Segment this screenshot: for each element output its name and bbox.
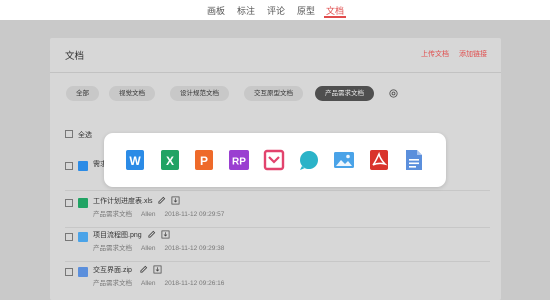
select-all-checkbox[interactable] [65, 130, 73, 138]
filter-all[interactable]: 全部 [66, 86, 99, 101]
file-type-icons-popup: W X P RP [104, 133, 446, 187]
image-file-icon [78, 232, 88, 242]
active-tab-underline [324, 16, 346, 18]
nav-tab-artboard[interactable]: 画板 [207, 4, 225, 17]
nav-tab-prototype[interactable]: 原型 [297, 4, 315, 17]
document-file-icon [78, 267, 88, 277]
top-navigation: 画板 标注 评论 原型 文档 [0, 0, 550, 20]
word-file-icon [78, 161, 88, 171]
document-icon [406, 150, 422, 170]
edit-icon[interactable] [147, 230, 156, 239]
file-checkbox[interactable] [65, 162, 73, 170]
file-date: 2018-11-12 09:26:16 [164, 280, 225, 287]
file-author: Allen [141, 245, 156, 252]
select-all-label: 全选 [78, 132, 92, 139]
filter-interaction-prototype-docs[interactable]: 交互原型文档 [244, 86, 303, 101]
file-row: 工作计划进度表.xls 产品需求文档 Allen 2018-11-12 09:29:… [50, 195, 501, 229]
edit-icon[interactable] [157, 196, 166, 205]
filter-visual-docs[interactable]: 视觉文档 [109, 86, 155, 101]
file-name[interactable]: 项目流程图.png [93, 230, 142, 240]
file-category: 产品需求文档 [93, 280, 132, 287]
file-name[interactable]: 工作计划进度表.xls [93, 196, 153, 206]
svg-text:W: W [129, 154, 141, 168]
filter-product-requirement-docs[interactable]: 产品需求文档 [315, 86, 374, 101]
file-author: Allen [141, 280, 156, 287]
download-icon[interactable] [153, 265, 162, 274]
file-meta: 产品需求文档 Allen 2018-11-12 09:29:57 [93, 208, 233, 218]
word-icon: W [126, 150, 144, 170]
file-row: 项目流程图.png 产品需求文档 Allen 2018-11-12 09:29:38 [50, 229, 501, 263]
upload-document-link[interactable]: 上传文档 [421, 51, 449, 58]
file-category: 产品需求文档 [93, 211, 132, 218]
excel-icon: X [161, 150, 179, 170]
download-icon[interactable] [171, 196, 180, 205]
nav-tab-annotation[interactable]: 标注 [237, 4, 255, 17]
row-divider [65, 227, 490, 228]
excel-file-icon [78, 198, 88, 208]
file-date: 2018-11-12 09:29:38 [164, 245, 225, 252]
pdf-icon [370, 150, 388, 170]
svg-text:RP: RP [232, 157, 246, 168]
svg-text:X: X [166, 154, 174, 168]
divider [50, 72, 501, 73]
rp-icon: RP [229, 150, 249, 170]
page-title: 文档 [65, 51, 85, 62]
keynote-icon [300, 151, 318, 170]
file-checkbox[interactable] [65, 233, 73, 241]
nav-tab-comments[interactable]: 评论 [267, 4, 285, 17]
add-link-link[interactable]: 添加链接 [459, 51, 487, 58]
gear-icon[interactable] [388, 88, 399, 99]
image-icon [334, 152, 354, 168]
file-name[interactable]: 交互界面.zip [93, 265, 132, 275]
svg-text:P: P [200, 154, 208, 168]
file-checkbox[interactable] [65, 268, 73, 276]
edit-icon[interactable] [139, 265, 148, 274]
row-divider [65, 190, 490, 191]
powerpoint-icon: P [195, 150, 213, 170]
file-meta: 产品需求文档 Allen 2018-11-12 09:29:38 [93, 242, 233, 252]
file-meta: 产品需求文档 Allen 2018-11-12 09:26:16 [93, 277, 233, 287]
filter-design-spec-docs[interactable]: 设计规范文档 [170, 86, 229, 101]
row-divider [65, 261, 490, 262]
file-category: 产品需求文档 [93, 245, 132, 252]
download-icon[interactable] [161, 230, 170, 239]
file-author: Allen [141, 211, 156, 218]
file-checkbox[interactable] [65, 199, 73, 207]
file-row: 交互界面.zip 产品需求文档 Allen 2018-11-12 09:26:16 [50, 264, 501, 298]
panel-actions: 上传文档 添加链接 [413, 49, 487, 59]
file-date: 2018-11-12 09:29:57 [164, 211, 225, 218]
mindmap-icon [263, 149, 285, 171]
